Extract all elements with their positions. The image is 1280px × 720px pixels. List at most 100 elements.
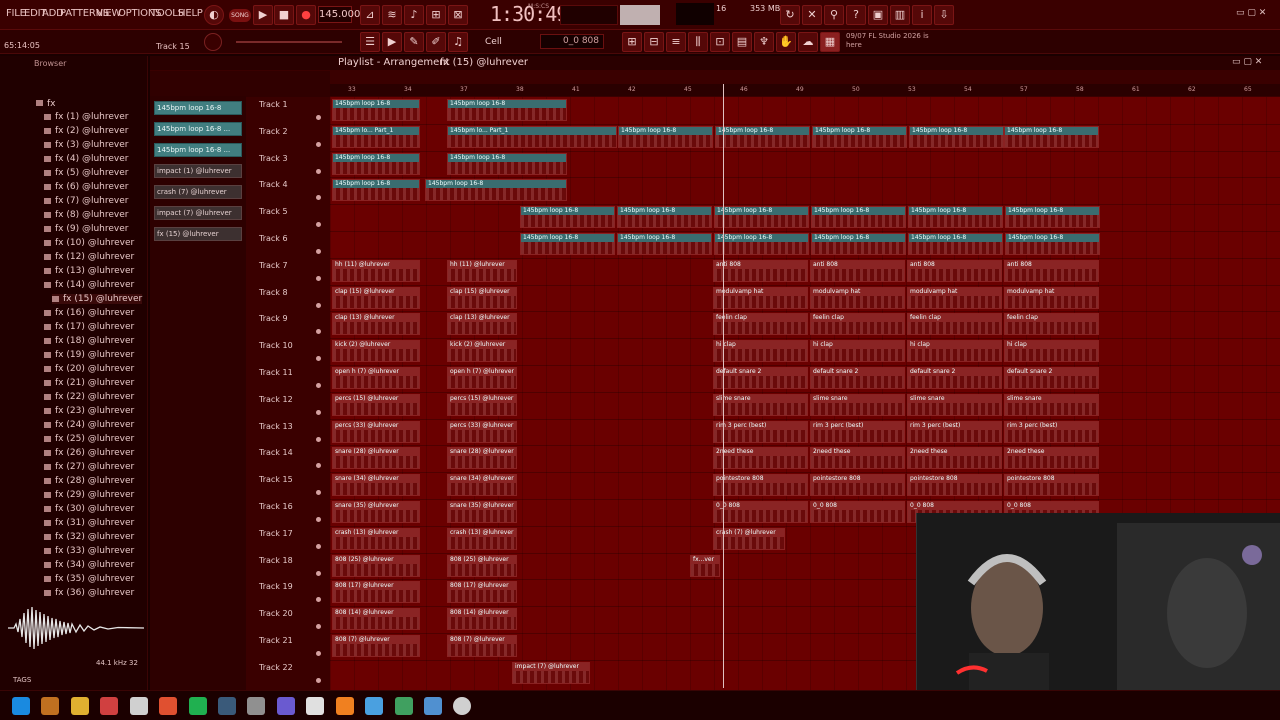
browser-item[interactable]: fx (16) @luhrever — [44, 308, 134, 318]
track-mute-icon[interactable] — [316, 570, 321, 576]
track-label[interactable]: Track 6 — [259, 234, 288, 243]
explorer-icon[interactable] — [71, 697, 89, 715]
track-label[interactable]: Track 16 — [259, 502, 293, 511]
playlist-clip[interactable]: 808 (25) @luhrever — [447, 554, 517, 577]
playlist-clip[interactable]: rim 3 perc (best) — [1004, 420, 1099, 443]
browser-item[interactable]: fx (33) @luhrever — [44, 546, 134, 556]
browser-item[interactable]: fx (27) @luhrever — [44, 462, 134, 472]
browser-item[interactable]: fx (5) @luhrever — [44, 168, 128, 178]
playlist-clip[interactable]: 2need these — [1004, 447, 1099, 470]
browser-item[interactable]: fx (19) @luhrever — [44, 350, 134, 360]
playlist-clip[interactable]: modulvamp hat — [1004, 286, 1099, 309]
plugin-picker-icon[interactable]: ⊡ — [710, 32, 730, 52]
playlist-clip[interactable]: 2need these — [713, 447, 808, 470]
playlist-clip[interactable]: hi clap — [810, 340, 905, 363]
playlist-clip[interactable]: 145bpm lo... Part_1 — [332, 125, 420, 148]
playlist-clip[interactable]: fx...ver — [690, 554, 720, 577]
playlist-clip[interactable]: 145bpm loop 16-8 — [715, 125, 810, 148]
browser-item[interactable]: fx (24) @luhrever — [44, 420, 134, 430]
playlist-clip[interactable]: rim 3 perc (best) — [713, 420, 808, 443]
browser-item[interactable]: fx (18) @luhrever — [44, 336, 134, 346]
playlist-clip[interactable]: anti 808 — [810, 259, 905, 282]
pattern-item[interactable]: 145bpm loop 16-8 ... — [154, 122, 242, 136]
play-button[interactable]: ▶ — [253, 5, 273, 25]
track-mute-icon[interactable] — [316, 490, 321, 496]
track-label[interactable]: Track 21 — [259, 636, 293, 645]
tempo-display[interactable]: 145.000 — [318, 6, 360, 23]
save-icon[interactable]: ▣ — [868, 5, 888, 25]
draw-icon[interactable]: ✎ — [404, 32, 424, 52]
browser-item[interactable]: fx (3) @luhrever — [44, 140, 128, 150]
playlist-clip[interactable]: crash (13) @luhrever — [332, 527, 420, 550]
playlist-clip[interactable]: hh (11) @luhrever — [332, 259, 420, 282]
playhead[interactable] — [723, 84, 724, 688]
browser-item[interactable]: fx (15) @luhrever — [52, 294, 143, 304]
track-mute-icon[interactable] — [316, 115, 321, 120]
tools-icon[interactable]: ✕ — [802, 5, 822, 25]
track-mute-icon[interactable] — [316, 677, 321, 683]
playlist-clip[interactable]: feelin clap — [810, 313, 905, 336]
playlist-clip[interactable]: 808 (17) @luhrever — [447, 581, 517, 604]
playlist-clip[interactable]: hi clap — [1004, 340, 1099, 363]
paint-icon[interactable]: ✐ — [426, 32, 446, 52]
pattern-item[interactable]: impact (7) @luhrever — [154, 206, 242, 220]
info-icon[interactable]: i — [912, 5, 932, 25]
browser-item[interactable]: fx (35) @luhrever — [44, 574, 134, 584]
playlist-clip[interactable]: 808 (14) @luhrever — [447, 608, 517, 631]
playlist-clip[interactable]: anti 808 — [907, 259, 1002, 282]
playlist-clip[interactable]: 808 (7) @luhrever — [332, 635, 420, 657]
browser-item[interactable]: fx (36) @luhrever — [44, 588, 134, 598]
browser-item[interactable]: fx (28) @luhrever — [44, 476, 134, 486]
browser-item[interactable]: fx (32) @luhrever — [44, 532, 134, 542]
pattern-item[interactable]: crash (7) @luhrever — [154, 185, 242, 199]
playlist-clip[interactable]: pointestore 808 — [810, 474, 905, 497]
playlist-clip[interactable]: impact (7) @luhrever — [512, 661, 590, 684]
game-icon[interactable] — [395, 697, 413, 715]
browser-item[interactable]: fx (34) @luhrever — [44, 560, 134, 570]
track-label[interactable]: Track 14 — [259, 448, 293, 457]
playlist-clip[interactable]: modulvamp hat — [907, 286, 1002, 309]
track-mute-icon[interactable] — [316, 651, 321, 656]
playlist-clip[interactable]: percs (33) @luhrever — [332, 420, 420, 443]
download-icon[interactable]: ⇩ — [934, 5, 954, 25]
playlist-clip[interactable]: 0_0 808 — [713, 501, 808, 523]
playlist-clip[interactable]: 145bpm loop 16-8 — [1004, 125, 1099, 148]
playlist-clip[interactable]: 145bpm loop 16-8 — [617, 206, 712, 229]
record-button[interactable]: ● — [296, 5, 316, 25]
track-label[interactable]: Track 17 — [259, 529, 293, 538]
browser-item[interactable]: fx (25) @luhrever — [44, 434, 134, 444]
playlist-clip[interactable]: 145bpm loop 16-8 — [1005, 206, 1100, 229]
playlist-clip[interactable]: hi clap — [907, 340, 1002, 363]
playlist-clip[interactable]: 145bpm loop 16-8 — [520, 233, 615, 255]
playlist-clip[interactable]: 808 (17) @luhrever — [332, 581, 420, 604]
track-label[interactable]: Track 2 — [259, 127, 288, 136]
playlist-clip[interactable]: 145bpm loop 16-8 — [1005, 233, 1100, 255]
track-label[interactable]: Track 9 — [259, 314, 288, 323]
step-icon[interactable]: ⊞ — [426, 5, 446, 25]
browser-item[interactable]: fx (31) @luhrever — [44, 518, 134, 528]
playlist-clip[interactable]: pointestore 808 — [907, 474, 1002, 497]
playlist-clip[interactable]: slime snare — [907, 393, 1002, 416]
track-label[interactable]: Track 12 — [259, 395, 293, 404]
playlist-clip[interactable]: clap (13) @luhrever — [447, 313, 517, 336]
recorder-icon[interactable] — [453, 697, 471, 715]
playlist-clip[interactable]: 145bpm loop 16-8 — [909, 125, 1004, 148]
track-label[interactable]: Track 11 — [259, 368, 293, 377]
track-label[interactable]: Track 5 — [259, 207, 288, 216]
playlist-clip[interactable]: hi clap — [713, 340, 808, 363]
touch-icon[interactable]: ✋ — [776, 32, 796, 52]
mixer-icon[interactable]: ⊞ — [622, 32, 642, 52]
fl-icon[interactable] — [336, 697, 354, 715]
playlist-clip[interactable]: rim 3 perc (best) — [810, 420, 905, 443]
master-volume-slider[interactable] — [236, 41, 342, 43]
playlist-clip[interactable]: hh (11) @luhrever — [447, 259, 517, 282]
pat-song-icon[interactable]: ◐ — [204, 5, 224, 25]
playlist-clip[interactable]: snare (34) @luhrever — [332, 474, 420, 497]
browser-item[interactable]: fx (14) @luhrever — [44, 280, 134, 290]
menu-help[interactable]: HELP — [178, 8, 203, 19]
playlist-clip[interactable]: 145bpm loop 16-8 — [812, 125, 907, 148]
playlist-clip[interactable]: 808 (7) @luhrever — [447, 635, 517, 657]
fl-studio-icon[interactable] — [41, 697, 59, 715]
marketplace-icon[interactable]: ▦ — [820, 32, 840, 52]
mixer-faders-icon[interactable]: ⫼ — [688, 32, 708, 52]
